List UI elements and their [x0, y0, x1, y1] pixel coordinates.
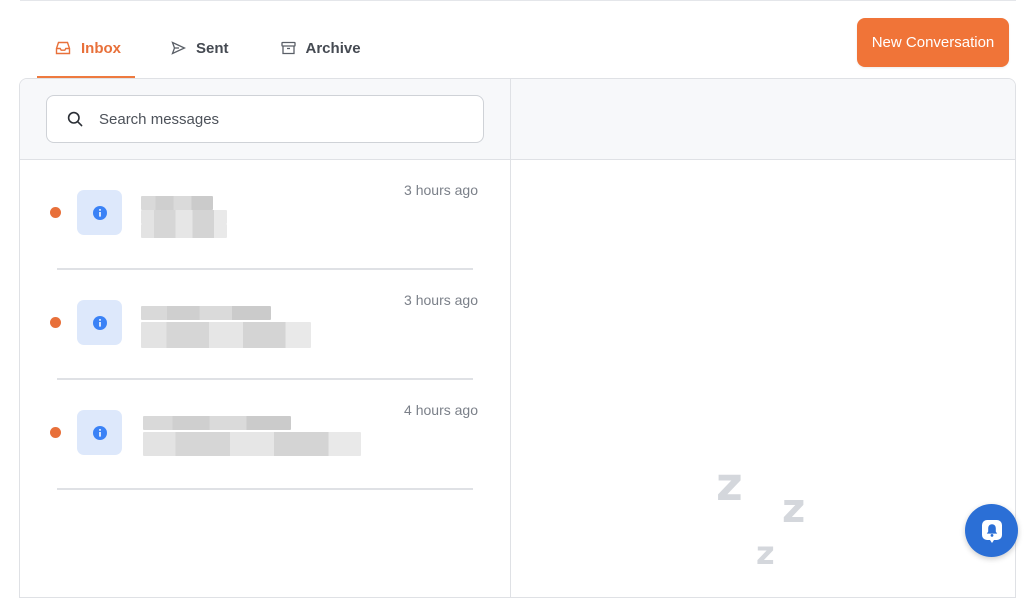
- search-input[interactable]: [97, 109, 461, 129]
- redacted-sender: [141, 210, 227, 224]
- redacted-preview: [143, 442, 361, 456]
- search-field[interactable]: [46, 95, 484, 143]
- send-icon: [171, 41, 186, 55]
- mailbox-tabs: Inbox Sent Archive: [37, 24, 361, 78]
- tab-inbox-label: Inbox: [81, 39, 121, 57]
- tab-archive[interactable]: Archive: [280, 24, 361, 72]
- tab-sent-label: Sent: [196, 39, 229, 57]
- conversations-panel: 3 hours ago 3 hours ago: [19, 78, 1016, 598]
- redacted-sender: [143, 416, 291, 430]
- conversation-list: 3 hours ago 3 hours ago 4 hours ago: [20, 160, 510, 490]
- top-divider: [20, 0, 1016, 1]
- row-divider: [57, 488, 473, 490]
- conversation-avatar: [77, 410, 122, 455]
- redacted-preview: [141, 334, 311, 348]
- bell-icon: [981, 519, 1002, 543]
- unread-dot: [50, 317, 61, 328]
- tab-archive-label: Archive: [305, 39, 361, 57]
- search-icon: [66, 110, 84, 128]
- conversation-item[interactable]: 3 hours ago: [20, 160, 510, 270]
- inbox-icon: [55, 41, 71, 55]
- panel-header: [20, 79, 1015, 160]
- conversation-item[interactable]: 3 hours ago: [20, 270, 510, 380]
- unread-dot: [50, 427, 61, 438]
- conversation-time: 3 hours ago: [404, 292, 478, 308]
- info-icon: [92, 315, 107, 330]
- conversation-item[interactable]: 4 hours ago: [20, 380, 510, 490]
- notifications-button[interactable]: [965, 504, 1018, 557]
- redacted-preview: [141, 224, 227, 238]
- conversation-time: 4 hours ago: [404, 402, 478, 418]
- pane-divider: [510, 79, 511, 597]
- z-glyph: z: [756, 534, 775, 572]
- z-glyph: z: [716, 457, 743, 511]
- archive-icon: [280, 41, 296, 55]
- conversation-time: 3 hours ago: [404, 182, 478, 198]
- tab-inbox[interactable]: Inbox: [37, 24, 135, 78]
- tab-sent[interactable]: Sent: [171, 24, 229, 72]
- z-glyph: z: [782, 486, 806, 532]
- conversation-avatar: [77, 300, 122, 345]
- info-icon: [92, 205, 107, 220]
- info-icon: [92, 425, 107, 440]
- unread-dot: [50, 207, 61, 218]
- redacted-sender: [141, 196, 213, 210]
- new-conversation-button[interactable]: New Conversation: [857, 18, 1009, 67]
- conversation-avatar: [77, 190, 122, 235]
- redacted-sender: [141, 306, 271, 320]
